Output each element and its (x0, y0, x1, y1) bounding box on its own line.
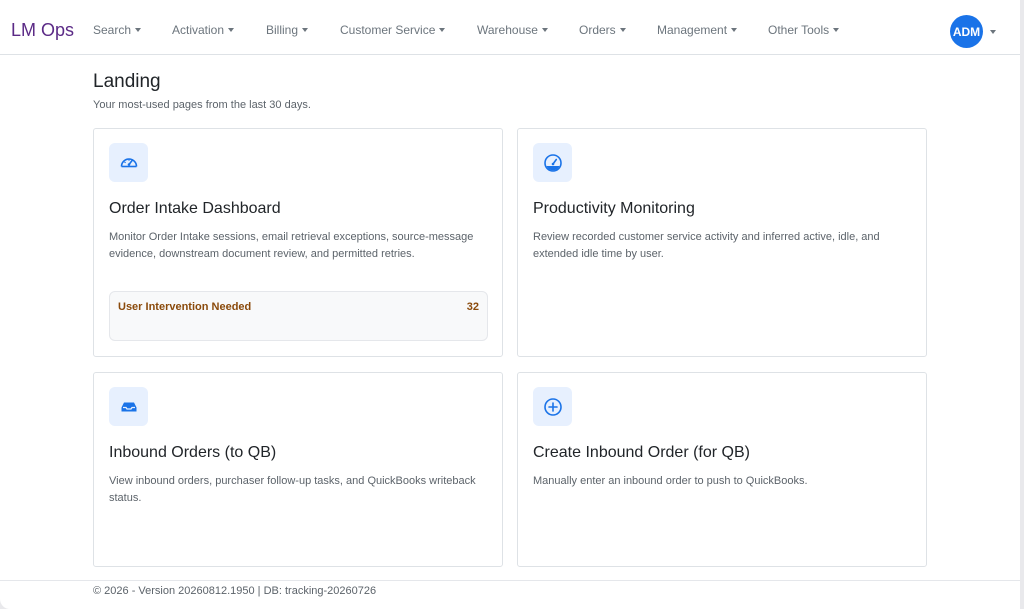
intervention-alert[interactable]: User Intervention Needed 32 (109, 291, 488, 341)
page-title: Landing (93, 71, 161, 92)
card-title: Order Intake Dashboard (109, 200, 281, 217)
brand-logo[interactable]: LM Ops (11, 20, 74, 41)
footer-version: © 2026 - Version 20260812.1950 | DB: tra… (93, 585, 377, 597)
nav-management[interactable]: Management (657, 23, 738, 37)
card-title: Inbound Orders (to QB) (109, 444, 277, 461)
speedometer-icon (109, 143, 148, 182)
caret-down-icon (990, 30, 996, 34)
caret-down-icon (731, 27, 738, 32)
nav-label: Orders (579, 23, 616, 37)
speedometer-filled-icon (533, 143, 572, 182)
avatar[interactable]: ADM (950, 15, 983, 48)
caret-down-icon (541, 27, 548, 32)
card-productivity-monitoring[interactable]: Productivity Monitoring Review recorded … (517, 128, 927, 357)
nav-customer-service[interactable]: Customer Service (340, 23, 446, 37)
footer-divider (0, 580, 1020, 581)
app-window: LM Ops Search Activation Billing Custome… (0, 0, 1020, 609)
card-title: Productivity Monitoring (533, 200, 695, 217)
caret-down-icon (833, 27, 840, 32)
alert-label: User Intervention Needed (118, 301, 252, 313)
plus-circle-icon (533, 387, 572, 426)
caret-down-icon (439, 27, 446, 32)
nav-billing[interactable]: Billing (266, 23, 309, 37)
card-description: Monitor Order Intake sessions, email ret… (109, 231, 474, 260)
nav-label: Other Tools (768, 23, 830, 37)
card-create-inbound-order[interactable]: Create Inbound Order (for QB) Manually e… (517, 372, 927, 567)
alert-count-badge: 32 (466, 301, 479, 313)
nav-label: Management (657, 23, 728, 37)
caret-down-icon (228, 27, 235, 32)
caret-down-icon (302, 27, 309, 32)
card-description: View inbound orders, purchaser follow-up… (109, 475, 476, 504)
nav-label: Warehouse (477, 23, 538, 37)
nav-activation[interactable]: Activation (172, 23, 235, 37)
card-description: Review recorded customer service activit… (533, 231, 880, 260)
card-order-intake-dashboard[interactable]: Order Intake Dashboard Monitor Order Int… (93, 128, 503, 357)
caret-down-icon (135, 27, 142, 32)
nav-label: Customer Service (340, 23, 436, 37)
nav-warehouse[interactable]: Warehouse (477, 23, 548, 37)
caret-down-icon (619, 27, 626, 32)
nav-search[interactable]: Search (93, 23, 142, 37)
nav-other-tools[interactable]: Other Tools (768, 23, 840, 37)
card-description: Manually enter an inbound order to push … (533, 475, 808, 487)
nav-label: Billing (266, 23, 299, 37)
top-navbar: LM Ops Search Activation Billing Custome… (0, 4, 1020, 55)
page-subtitle: Your most-used pages from the last 30 da… (93, 99, 311, 111)
nav-label: Activation (172, 23, 225, 37)
nav-label: Search (93, 23, 132, 37)
inbox-icon (109, 387, 148, 426)
card-inbound-orders[interactable]: Inbound Orders (to QB) View inbound orde… (93, 372, 503, 567)
card-title: Create Inbound Order (for QB) (533, 444, 750, 461)
user-menu[interactable]: ADM (950, 15, 996, 48)
nav-orders[interactable]: Orders (579, 23, 626, 37)
